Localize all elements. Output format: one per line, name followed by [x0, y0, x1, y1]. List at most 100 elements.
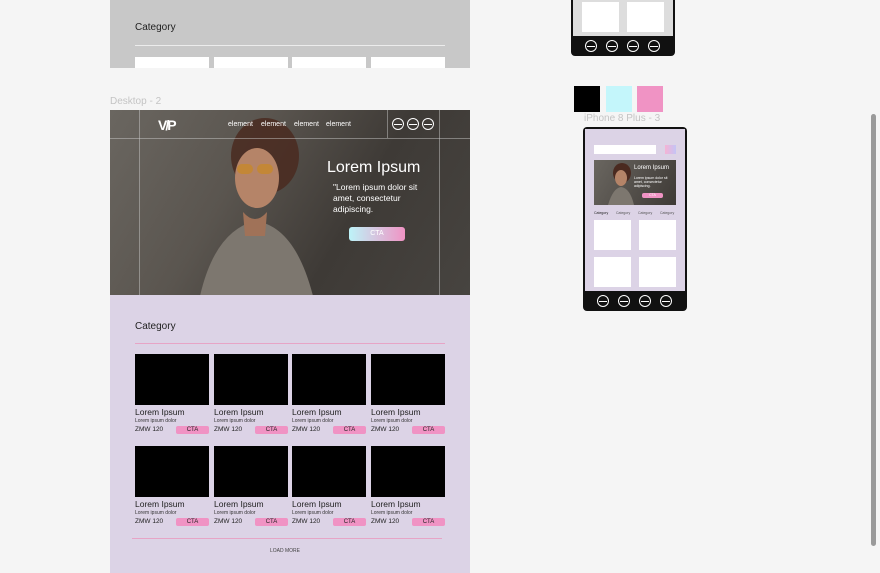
desktop-1-frame: Category: [110, 0, 470, 68]
hero-model-image: [200, 118, 313, 295]
product-cta-button[interactable]: CTA: [333, 426, 366, 434]
product-card[interactable]: Lorem Ipsum Lorem ipsum dolor ZMW 120 CT…: [135, 446, 209, 526]
color-swatch-black[interactable]: [574, 86, 600, 112]
category-tab[interactable]: Category: [638, 211, 652, 215]
category-tab[interactable]: Category: [660, 211, 674, 215]
product-card[interactable]: Lorem Ipsum Lorem ipsum dolor ZMW 120 CT…: [371, 354, 445, 434]
tab-bar-icon[interactable]: [627, 40, 639, 52]
frame-label-iphone-3[interactable]: iPhone 8 Plus - 3: [584, 113, 660, 124]
product-price: ZMW 120: [371, 426, 400, 433]
nav-link[interactable]: element: [261, 121, 286, 128]
hero-model-image: [608, 163, 634, 205]
desktop-2-frame[interactable]: V/P element element element element Lore…: [110, 110, 470, 573]
product-name: Lorem Ipsum: [292, 407, 342, 417]
nav-link[interactable]: element: [326, 121, 351, 128]
product-image[interactable]: [214, 354, 288, 405]
category-tab[interactable]: Category: [594, 211, 608, 215]
product-cta-button[interactable]: CTA: [255, 426, 288, 434]
product-description: Lorem ipsum dolor: [135, 510, 177, 516]
search-button[interactable]: [665, 145, 676, 154]
grid-line: [139, 110, 140, 295]
canvas-scrollbar[interactable]: [871, 114, 876, 546]
product-card: [582, 2, 619, 32]
product-image[interactable]: [135, 446, 209, 497]
product-description: Lorem ipsum dolor: [214, 510, 256, 516]
product-card[interactable]: Lorem Ipsum Lorem ipsum dolor ZMW 120 CT…: [292, 446, 366, 526]
product-description: Lorem ipsum dolor: [371, 510, 413, 516]
color-swatch-pink[interactable]: [637, 86, 663, 112]
product-cta-button[interactable]: CTA: [176, 426, 209, 434]
product-description: Lorem ipsum dolor: [292, 510, 334, 516]
iphone-3-frame[interactable]: Lorem Ipsum Lorem ipsum dolor sit amet, …: [583, 127, 687, 311]
search-input[interactable]: [594, 145, 656, 154]
product-name: Lorem Ipsum: [214, 407, 264, 417]
product-cta-button[interactable]: CTA: [255, 518, 288, 526]
product-name: Lorem Ipsum: [135, 407, 185, 417]
tab-bar-icon[interactable]: [618, 295, 630, 307]
product-card[interactable]: [594, 220, 631, 250]
category-title: Category: [135, 321, 176, 332]
product-cta-button[interactable]: CTA: [412, 426, 445, 434]
nav-circle-icon[interactable]: [392, 118, 404, 130]
load-more-button[interactable]: LOAD MORE: [270, 548, 300, 554]
product-image[interactable]: [292, 354, 366, 405]
product-card[interactable]: Lorem Ipsum Lorem ipsum dolor ZMW 120 CT…: [214, 354, 288, 434]
product-name: Lorem Ipsum: [214, 499, 264, 509]
product-card: [292, 57, 366, 68]
product-image[interactable]: [292, 446, 366, 497]
tab-bar-icon[interactable]: [660, 295, 672, 307]
nav-circle-icon[interactable]: [407, 118, 419, 130]
product-name: Lorem Ipsum: [371, 407, 421, 417]
tab-bar-icon[interactable]: [597, 295, 609, 307]
iphone-2-frame[interactable]: [571, 0, 675, 56]
product-name: Lorem Ipsum: [135, 499, 185, 509]
product-card: [135, 57, 209, 68]
brand-logo[interactable]: V/P: [158, 117, 177, 133]
product-card[interactable]: Lorem Ipsum Lorem ipsum dolor ZMW 120 CT…: [135, 354, 209, 434]
product-card[interactable]: Lorem Ipsum Lorem ipsum dolor ZMW 120 CT…: [292, 354, 366, 434]
product-card[interactable]: [594, 257, 631, 287]
tab-bar-icon[interactable]: [639, 295, 651, 307]
product-card: [214, 57, 288, 68]
category-title: Category: [135, 22, 176, 33]
product-card[interactable]: Lorem Ipsum Lorem ipsum dolor ZMW 120 CT…: [214, 446, 288, 526]
hero-title: Lorem Ipsum: [327, 159, 421, 176]
product-image[interactable]: [371, 446, 445, 497]
product-price: ZMW 120: [135, 426, 164, 433]
product-price: ZMW 120: [292, 518, 321, 525]
product-price: ZMW 120: [292, 426, 321, 433]
hero-cta-button[interactable]: CTA: [349, 227, 405, 241]
tab-bar-icon[interactable]: [606, 40, 618, 52]
tab-bar-icon[interactable]: [648, 40, 660, 52]
product-image[interactable]: [135, 354, 209, 405]
product-card[interactable]: Lorem Ipsum Lorem ipsum dolor ZMW 120 CT…: [371, 446, 445, 526]
product-description: Lorem ipsum dolor: [292, 418, 334, 424]
nav-circle-icon[interactable]: [422, 118, 434, 130]
product-description: Lorem ipsum dolor: [135, 418, 177, 424]
nav-link[interactable]: element: [294, 121, 319, 128]
product-cta-button[interactable]: CTA: [176, 518, 209, 526]
category-tab[interactable]: Category: [616, 211, 630, 215]
grid-line: [110, 138, 470, 139]
phone-screen: Lorem Ipsum Lorem ipsum dolor sit amet, …: [585, 129, 685, 291]
divider: [132, 538, 442, 539]
product-cta-button[interactable]: CTA: [412, 518, 445, 526]
color-swatch-cyan[interactable]: [606, 86, 632, 112]
product-card: [627, 2, 664, 32]
frame-label-desktop-2[interactable]: Desktop - 2: [110, 96, 161, 107]
product-price: ZMW 120: [214, 426, 243, 433]
hero-banner: Lorem Ipsum Lorem ipsum dolor sit amet, …: [594, 160, 676, 205]
product-cta-button[interactable]: CTA: [333, 518, 366, 526]
product-image[interactable]: [371, 354, 445, 405]
product-card[interactable]: [639, 257, 676, 287]
product-name: Lorem Ipsum: [371, 499, 421, 509]
tab-bar-icon[interactable]: [585, 40, 597, 52]
product-price: ZMW 120: [135, 518, 164, 525]
product-card[interactable]: [639, 220, 676, 250]
hero-cta-button[interactable]: CTA: [642, 193, 663, 198]
grid-line: [439, 110, 440, 295]
hero-banner: V/P element element element element Lore…: [110, 110, 470, 295]
nav-link[interactable]: element: [228, 121, 253, 128]
product-image[interactable]: [214, 446, 288, 497]
product-price: ZMW 120: [214, 518, 243, 525]
